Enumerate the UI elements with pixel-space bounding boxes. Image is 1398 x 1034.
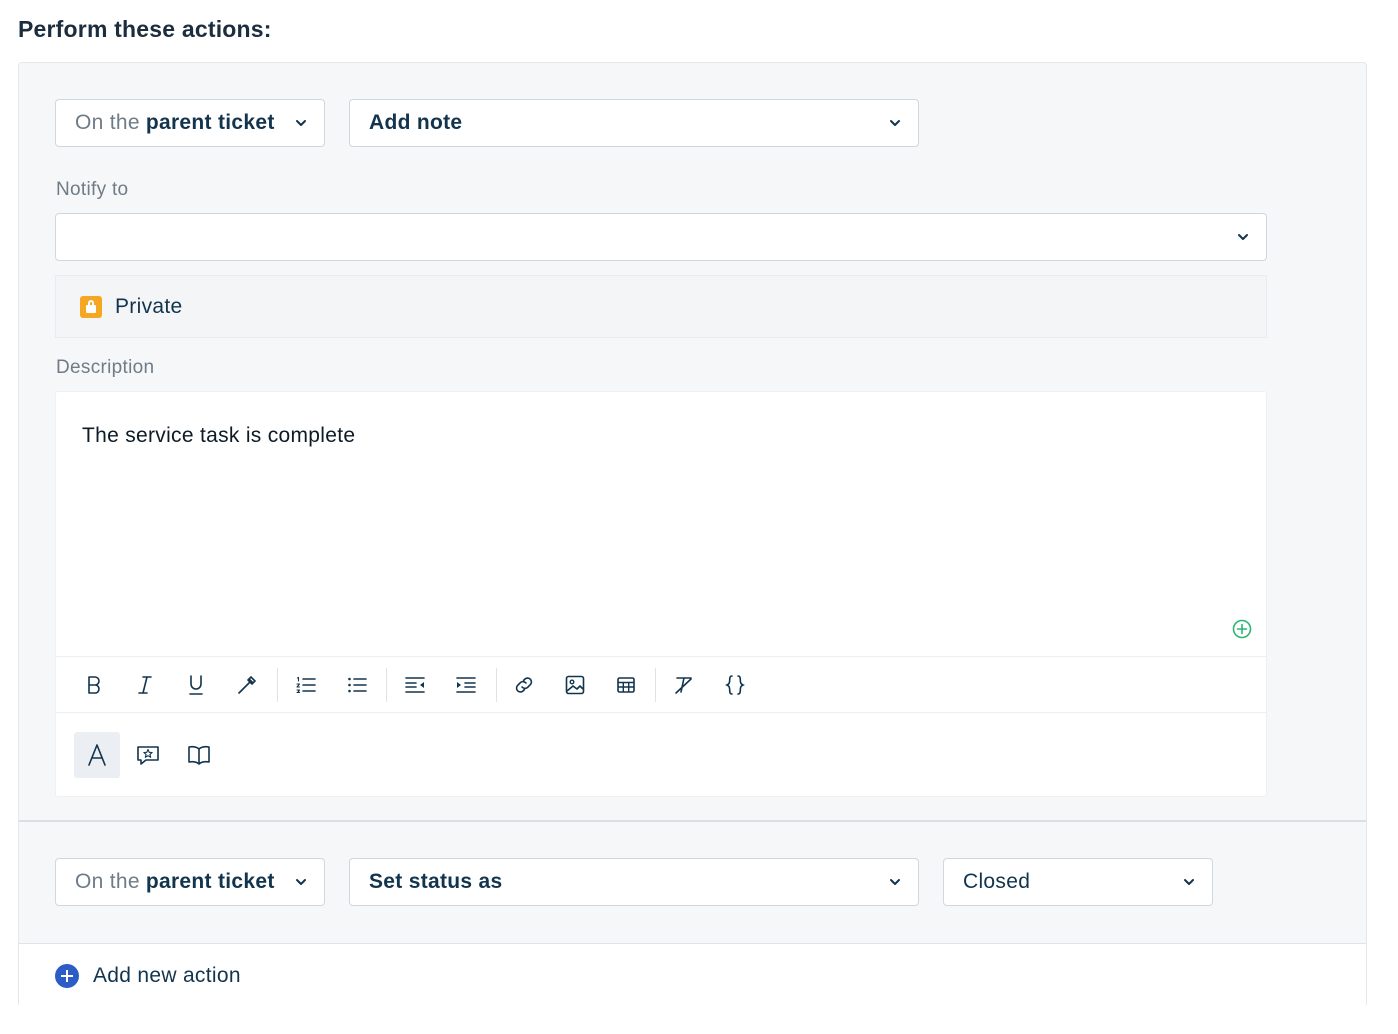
editor-mode-bar <box>56 713 1266 797</box>
indent-icon[interactable] <box>452 671 480 699</box>
add-action-row[interactable]: Add new action <box>19 943 1366 1007</box>
bold-icon[interactable] <box>80 671 108 699</box>
clear-format-icon[interactable] <box>670 671 698 699</box>
action-divider <box>19 820 1366 822</box>
table-icon[interactable] <box>612 671 640 699</box>
notify-label: Notify to <box>56 179 129 200</box>
add-circle-icon[interactable] <box>55 963 79 988</box>
description-text[interactable]: The service task is complete <box>82 424 355 448</box>
text-color-icon[interactable] <box>233 671 261 699</box>
unordered-list-icon[interactable] <box>343 671 371 699</box>
action-select-1[interactable]: Add note <box>349 99 919 147</box>
add-placeholder-icon[interactable] <box>1232 619 1252 639</box>
actions-panel: On the parent ticket Add note Notify to … <box>18 62 1367 1007</box>
action-value: Set status as <box>369 870 503 893</box>
lock-icon <box>80 295 102 318</box>
image-icon[interactable] <box>561 671 589 699</box>
scope-prefix: On the <box>75 870 140 893</box>
canned-response-icon[interactable] <box>125 732 171 778</box>
status-value: Closed <box>963 870 1031 893</box>
chevron-down-icon <box>296 120 306 126</box>
chevron-down-icon <box>1238 234 1248 240</box>
text-mode-icon[interactable] <box>74 732 120 778</box>
section-heading: Perform these actions: <box>18 16 272 42</box>
outdent-icon[interactable] <box>401 671 429 699</box>
action-value: Add note <box>369 111 463 134</box>
code-braces-icon[interactable] <box>721 671 749 699</box>
underline-icon[interactable] <box>182 671 210 699</box>
scope-prefix: On the <box>75 111 140 134</box>
chevron-down-icon <box>890 879 900 885</box>
status-select[interactable]: Closed <box>943 858 1213 906</box>
private-label: Private <box>115 294 183 318</box>
chevron-down-icon <box>890 120 900 126</box>
italic-icon[interactable] <box>131 671 159 699</box>
scope-select-2[interactable]: On the parent ticket <box>55 858 325 906</box>
knowledge-base-icon[interactable] <box>176 732 222 778</box>
notify-select[interactable] <box>55 213 1267 261</box>
chevron-down-icon <box>296 879 306 885</box>
scope-value: parent ticket <box>145 870 275 893</box>
chevron-down-icon <box>1184 879 1194 885</box>
description-editor[interactable]: The service task is complete <box>55 391 1267 797</box>
editor-toolbar <box>56 656 1266 713</box>
private-note-indicator: Private <box>55 275 1267 338</box>
add-new-action-link[interactable]: Add new action <box>93 964 241 988</box>
scope-value: parent ticket <box>145 111 275 134</box>
description-label: Description <box>56 357 155 378</box>
link-icon[interactable] <box>510 671 538 699</box>
action-select-2[interactable]: Set status as <box>349 858 919 906</box>
scope-select-1[interactable]: On the parent ticket <box>55 99 325 147</box>
ordered-list-icon[interactable] <box>292 671 320 699</box>
